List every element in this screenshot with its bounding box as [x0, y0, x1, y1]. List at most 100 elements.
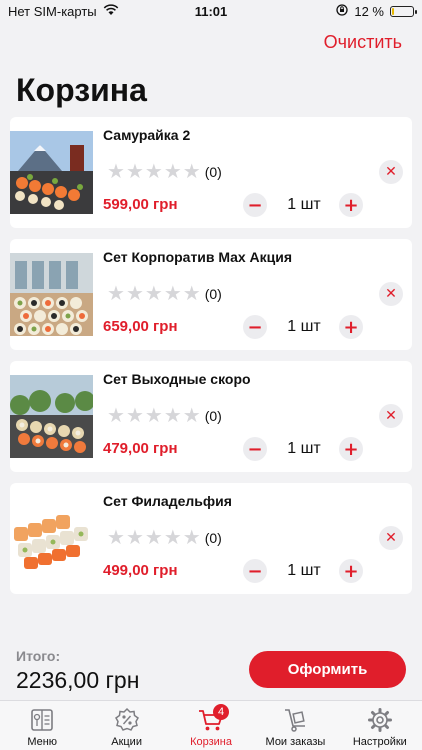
rating: ★ ★ ★ ★ ★ (0)	[107, 406, 222, 426]
minus-icon: −	[247, 194, 263, 216]
star-icon: ★	[107, 405, 125, 427]
settings-gear-icon	[367, 708, 392, 732]
star-icon: ★	[182, 283, 201, 305]
cart-item[interactable]: Сет Филадельфия ★ ★ ★ ★ ★ (0) 499,00 грн…	[10, 483, 412, 594]
rating: ★ ★ ★ ★ ★ (0)	[107, 528, 222, 548]
remove-item-button[interactable]: ✕	[379, 160, 403, 184]
star-icon: ★	[182, 405, 201, 427]
cart-count-badge: 4	[213, 704, 230, 720]
battery-percent: 12 %	[354, 4, 384, 19]
orders-icon	[285, 709, 306, 732]
increase-quantity-button[interactable]: +	[339, 315, 363, 339]
tab-cart[interactable]: 4 Корзина	[169, 701, 253, 750]
status-right: 12 %	[336, 4, 417, 19]
star-icon: ★	[107, 161, 125, 183]
product-price: 479,00 грн	[103, 440, 178, 457]
increase-quantity-button[interactable]: +	[339, 437, 363, 461]
battery-icon	[390, 6, 417, 17]
cart-item[interactable]: Сет Выходные скоро ★ ★ ★ ★ ★ (0) 479,00 …	[10, 361, 412, 472]
increase-quantity-button[interactable]: +	[339, 559, 363, 583]
rating-count: (0)	[204, 530, 222, 546]
product-name: Сет Филадельфия	[103, 493, 232, 509]
minus-icon: −	[247, 316, 263, 338]
star-icon: ★	[144, 527, 163, 549]
cart-item[interactable]: Сет Корпоратив Max Акция ★ ★ ★ ★ ★ (0) 6…	[10, 239, 412, 350]
product-price: 599,00 грн	[103, 196, 178, 213]
star-icon: ★	[125, 405, 144, 427]
tab-label: Корзина	[190, 736, 232, 748]
close-icon: ✕	[385, 164, 397, 180]
decrease-quantity-button[interactable]: −	[243, 437, 267, 461]
page-title: Корзина	[16, 72, 147, 108]
remove-item-button[interactable]: ✕	[379, 404, 403, 428]
quantity-value: 1 шт	[287, 562, 321, 579]
tab-label: Мои заказы	[265, 736, 326, 748]
product-image	[10, 497, 93, 580]
plus-icon: +	[343, 194, 359, 216]
minus-icon: −	[247, 438, 263, 460]
cart-item[interactable]: Самурайка 2 ★ ★ ★ ★ ★ (0) 599,00 грн − 1…	[10, 117, 412, 228]
product-name: Самурайка 2	[103, 127, 191, 143]
status-bar: Нет SIM-карты 11:01 12 %	[0, 0, 422, 24]
star-icon: ★	[182, 161, 201, 183]
tab-my-orders[interactable]: Мои заказы	[253, 701, 337, 750]
product-name: Сет Выходные скоро	[103, 371, 251, 387]
plus-icon: +	[343, 438, 359, 460]
rating-count: (0)	[204, 286, 222, 302]
product-image	[10, 253, 93, 336]
tab-label: Настройки	[352, 736, 407, 748]
quantity-value: 1 шт	[287, 318, 321, 335]
close-icon: ✕	[385, 286, 397, 302]
product-image	[10, 375, 93, 458]
product-name: Сет Корпоратив Max Акция	[103, 249, 293, 265]
orientation-lock-icon	[336, 4, 349, 19]
total-label: Итого:	[16, 648, 61, 664]
star-icon: ★	[125, 283, 144, 305]
rating: ★ ★ ★ ★ ★ (0)	[107, 284, 222, 304]
star-icon: ★	[125, 527, 144, 549]
quantity-value: 1 шт	[287, 440, 321, 457]
checkout-button[interactable]: Оформить	[249, 651, 406, 688]
quantity-value: 1 шт	[287, 196, 321, 213]
star-icon: ★	[144, 405, 163, 427]
battery-level-fill	[392, 8, 394, 15]
star-icon: ★	[107, 283, 125, 305]
promo-icon	[114, 707, 139, 731]
minus-icon: −	[247, 560, 263, 582]
decrease-quantity-button[interactable]: −	[243, 193, 267, 217]
decrease-quantity-button[interactable]: −	[243, 315, 267, 339]
rating-count: (0)	[204, 408, 222, 424]
increase-quantity-button[interactable]: +	[339, 193, 363, 217]
star-icon: ★	[107, 527, 125, 549]
star-icon: ★	[182, 527, 201, 549]
cart-list: Самурайка 2 ★ ★ ★ ★ ★ (0) 599,00 грн − 1…	[10, 117, 412, 605]
star-icon: ★	[163, 405, 182, 427]
clear-cart-button[interactable]: Очистить	[324, 32, 402, 53]
star-icon: ★	[163, 161, 182, 183]
product-price: 499,00 грн	[103, 562, 178, 579]
close-icon: ✕	[385, 408, 397, 424]
total-value: 2236,00 грн	[16, 667, 140, 693]
rating: ★ ★ ★ ★ ★ (0)	[107, 162, 222, 182]
tab-menu[interactable]: Меню	[0, 701, 84, 750]
star-icon: ★	[163, 527, 182, 549]
tab-promotions[interactable]: Акции	[84, 701, 168, 750]
star-icon: ★	[144, 283, 163, 305]
rating-count: (0)	[204, 164, 222, 180]
plus-icon: +	[343, 316, 359, 338]
tab-label: Акции	[111, 736, 142, 748]
product-image	[10, 131, 93, 214]
star-icon: ★	[125, 161, 144, 183]
star-icon: ★	[163, 283, 182, 305]
remove-item-button[interactable]: ✕	[379, 282, 403, 306]
plus-icon: +	[343, 560, 359, 582]
tab-settings[interactable]: Настройки	[338, 701, 422, 750]
tab-label: Меню	[27, 736, 58, 748]
menu-book-icon	[31, 709, 54, 731]
remove-item-button[interactable]: ✕	[379, 526, 403, 550]
tab-bar: Меню Акции 4 Корзина Мои заказы Настройк…	[0, 700, 422, 750]
star-icon: ★	[144, 161, 163, 183]
close-icon: ✕	[385, 530, 397, 546]
decrease-quantity-button[interactable]: −	[243, 559, 267, 583]
product-price: 659,00 грн	[103, 318, 178, 335]
